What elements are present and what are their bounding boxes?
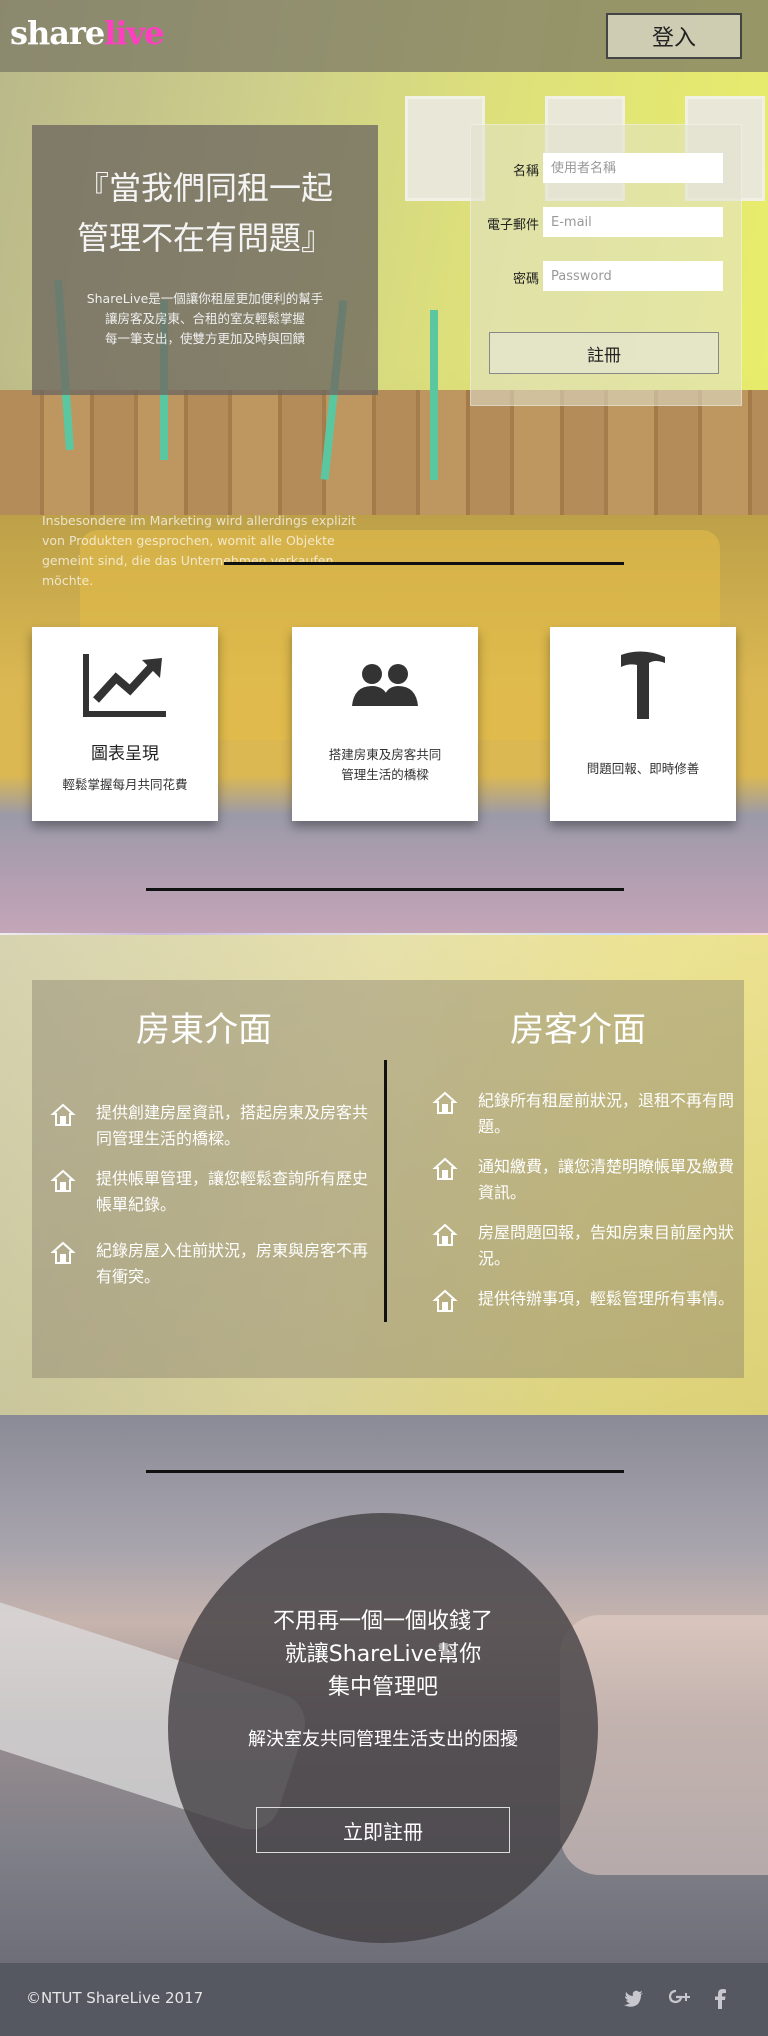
sharelive-logo[interactable]: sharelive: [10, 14, 165, 52]
cta-headline: 不用再一個一個收錢了 就讓ShareLive幫你 集中管理吧: [168, 1605, 598, 1704]
list-item-text: 紀錄房屋入住前狀況，房東與房客不再有衝突。: [96, 1241, 369, 1286]
house-icon: [432, 1223, 458, 1246]
list-item: 提供待辦事項，輕鬆管理所有事情。: [422, 1286, 736, 1312]
logo-text-share: share: [10, 14, 105, 52]
faded-text-line: möchte.: [42, 573, 94, 588]
panel-divider: [384, 1060, 387, 1322]
list-item: 紀錄所有租屋前狀況，退租不再有問題。: [422, 1088, 736, 1140]
list-item: 通知繳費，讓您清楚明瞭帳單及繳費資訊。: [422, 1154, 736, 1206]
twitter-icon[interactable]: [620, 1985, 648, 2013]
faded-background-text: Insbesondere im Marketing wird allerding…: [42, 515, 382, 591]
cta-headline-line: 就讓ShareLive幫你: [284, 1642, 482, 1667]
cta-circle: 不用再一個一個收錢了 就讓ShareLive幫你 集中管理吧 解決室友共同管理生…: [168, 1513, 598, 1943]
feature-card-bridge: 搭建房東及房客共同 管理生活的橋樑: [292, 627, 478, 821]
section-divider: [224, 562, 624, 565]
email-row: 電子郵件: [471, 207, 743, 239]
hero-description-line: ShareLive是一個讓你租屋更加便利的幫手: [86, 291, 324, 306]
cta-section: 不用再一個一個收錢了 就讓ShareLive幫你 集中管理吧 解決室友共同管理生…: [0, 1415, 768, 1963]
faded-text-line: von Produkten gesprochen, womit alle Obj…: [42, 533, 335, 548]
feature-card-repair: 問題回報、即時修善: [550, 627, 736, 821]
feature-card-chart: 圖表呈現 輕鬆掌握每月共同花費: [32, 627, 218, 821]
hero-description: ShareLive是一個讓你租屋更加便利的幫手 讓房客及房東、合租的室友輕鬆掌握…: [32, 289, 378, 349]
list-item: 提供創建房屋資訊，搭起房東及房客共同管理生活的橋樑。: [40, 1100, 376, 1152]
house-icon: [432, 1289, 458, 1312]
register-now-button[interactable]: 立即註冊: [256, 1807, 510, 1853]
list-item: 提供帳單管理，讓您輕鬆查詢所有歷史帳單紀錄。: [40, 1166, 376, 1218]
hero-section: 『當我們同租一起 管理不在有問題』 ShareLive是一個讓你租屋更加便利的幫…: [0, 0, 768, 515]
login-button[interactable]: 登入: [606, 13, 742, 59]
list-item-text: 房屋問題回報，告知房東目前屋內狀況。: [478, 1223, 735, 1268]
cta-subtext: 解決室友共同管理生活支出的困擾: [248, 1729, 518, 1750]
house-icon: [50, 1241, 76, 1264]
list-item-text: 紀錄所有租屋前狀況，退租不再有問題。: [478, 1091, 735, 1136]
hero-quote-line: 『當我們同租一起: [76, 169, 333, 207]
hero-quote-box: 『當我們同租一起 管理不在有問題』 ShareLive是一個讓你租屋更加便利的幫…: [32, 125, 378, 395]
google-plus-icon[interactable]: [666, 1985, 694, 2013]
name-input[interactable]: [543, 153, 723, 183]
features-section: Insbesondere im Marketing wird allerding…: [0, 515, 768, 935]
house-icon: [50, 1103, 76, 1126]
cta-headline-line: 不用再一個一個收錢了: [272, 1609, 493, 1634]
feature-card-desc-line: 管理生活的橋樑: [341, 767, 429, 782]
facebook-icon[interactable]: [706, 1985, 734, 2013]
top-navbar: sharelive 登入: [0, 0, 768, 72]
section-divider: [146, 888, 624, 891]
cta-headline-line: 集中管理吧: [327, 1675, 438, 1700]
section-divider: [146, 1470, 624, 1473]
feature-card-desc: 搭建房東及房客共同 管理生活的橋樑: [292, 745, 478, 785]
password-label: 密碼: [512, 272, 539, 287]
chair-leg: [430, 310, 438, 480]
list-item: 房屋問題回報，告知房東目前屋內狀況。: [422, 1220, 736, 1272]
list-item: 紀錄房屋入住前狀況，房東與房客不再有衝突。: [40, 1238, 376, 1290]
copyright-text: ©NTUT ShareLive 2017: [26, 1989, 204, 2007]
password-row: 密碼: [471, 261, 743, 293]
logo-text-live: live: [104, 14, 164, 52]
tenant-feature-list: 紀錄所有租屋前狀況，退租不再有問題。 通知繳費，讓您清楚明瞭帳單及繳費資訊。 房…: [422, 1088, 736, 1326]
password-input[interactable]: [543, 261, 723, 291]
email-input[interactable]: [543, 207, 723, 237]
house-icon: [432, 1091, 458, 1114]
register-button[interactable]: 註冊: [489, 332, 719, 374]
tenant-interface-title: 房客介面: [510, 1010, 646, 1050]
list-item-text: 通知繳費，讓您清楚明瞭帳單及繳費資訊。: [478, 1157, 735, 1202]
list-item-text: 提供待辦事項，輕鬆管理所有事情。: [478, 1289, 735, 1308]
landlord-interface-title: 房東介面: [136, 1010, 272, 1050]
users-icon: [292, 645, 478, 725]
list-item-text: 提供帳單管理，讓您輕鬆查詢所有歷史帳單紀錄。: [96, 1169, 369, 1214]
feature-card-title: 圖表呈現: [91, 744, 159, 764]
faded-text-line: gemeint sind, die das Unternehmen verkau…: [42, 553, 334, 568]
footer: ©NTUT ShareLive 2017: [0, 1963, 768, 2036]
hero-description-line: 讓房客及房東、合租的室友輕鬆掌握: [104, 311, 305, 326]
list-item-text: 提供創建房屋資訊，搭起房東及房客共同管理生活的橋樑。: [96, 1103, 369, 1148]
house-icon: [50, 1169, 76, 1192]
hero-quote-line: 管理不在有問題』: [76, 219, 333, 257]
hero-quote: 『當我們同租一起 管理不在有問題』: [32, 163, 378, 263]
house-icon: [432, 1157, 458, 1180]
hero-description-line: 每一筆支出，使雙方更加及時與回饋: [104, 331, 305, 346]
chart-line-icon: [32, 645, 218, 725]
wood-floor: [0, 390, 768, 515]
feature-card-desc-line: 搭建房東及房客共同: [328, 747, 442, 762]
interfaces-section: 房東介面 房客介面 提供創建房屋資訊，搭起房東及房客共同管理生活的橋樑。 提供帳…: [0, 935, 768, 1415]
feature-card-desc: 問題回報、即時修善: [586, 761, 700, 776]
name-row: 名稱: [471, 153, 743, 185]
signup-form: 名稱 電子郵件 密碼 註冊: [470, 124, 742, 406]
hammer-icon: [550, 645, 736, 725]
email-label: 電子郵件: [486, 218, 539, 233]
feature-card-desc: 輕鬆掌握每月共同花費: [62, 777, 188, 792]
landlord-feature-list: 提供創建房屋資訊，搭起房東及房客共同管理生活的橋樑。 提供帳單管理，讓您輕鬆查詢…: [40, 1100, 376, 1304]
interfaces-panel: 房東介面 房客介面 提供創建房屋資訊，搭起房東及房客共同管理生活的橋樑。 提供帳…: [32, 980, 744, 1378]
name-label: 名稱: [512, 164, 539, 179]
faded-text-line: Insbesondere im Marketing wird allerding…: [42, 515, 357, 528]
